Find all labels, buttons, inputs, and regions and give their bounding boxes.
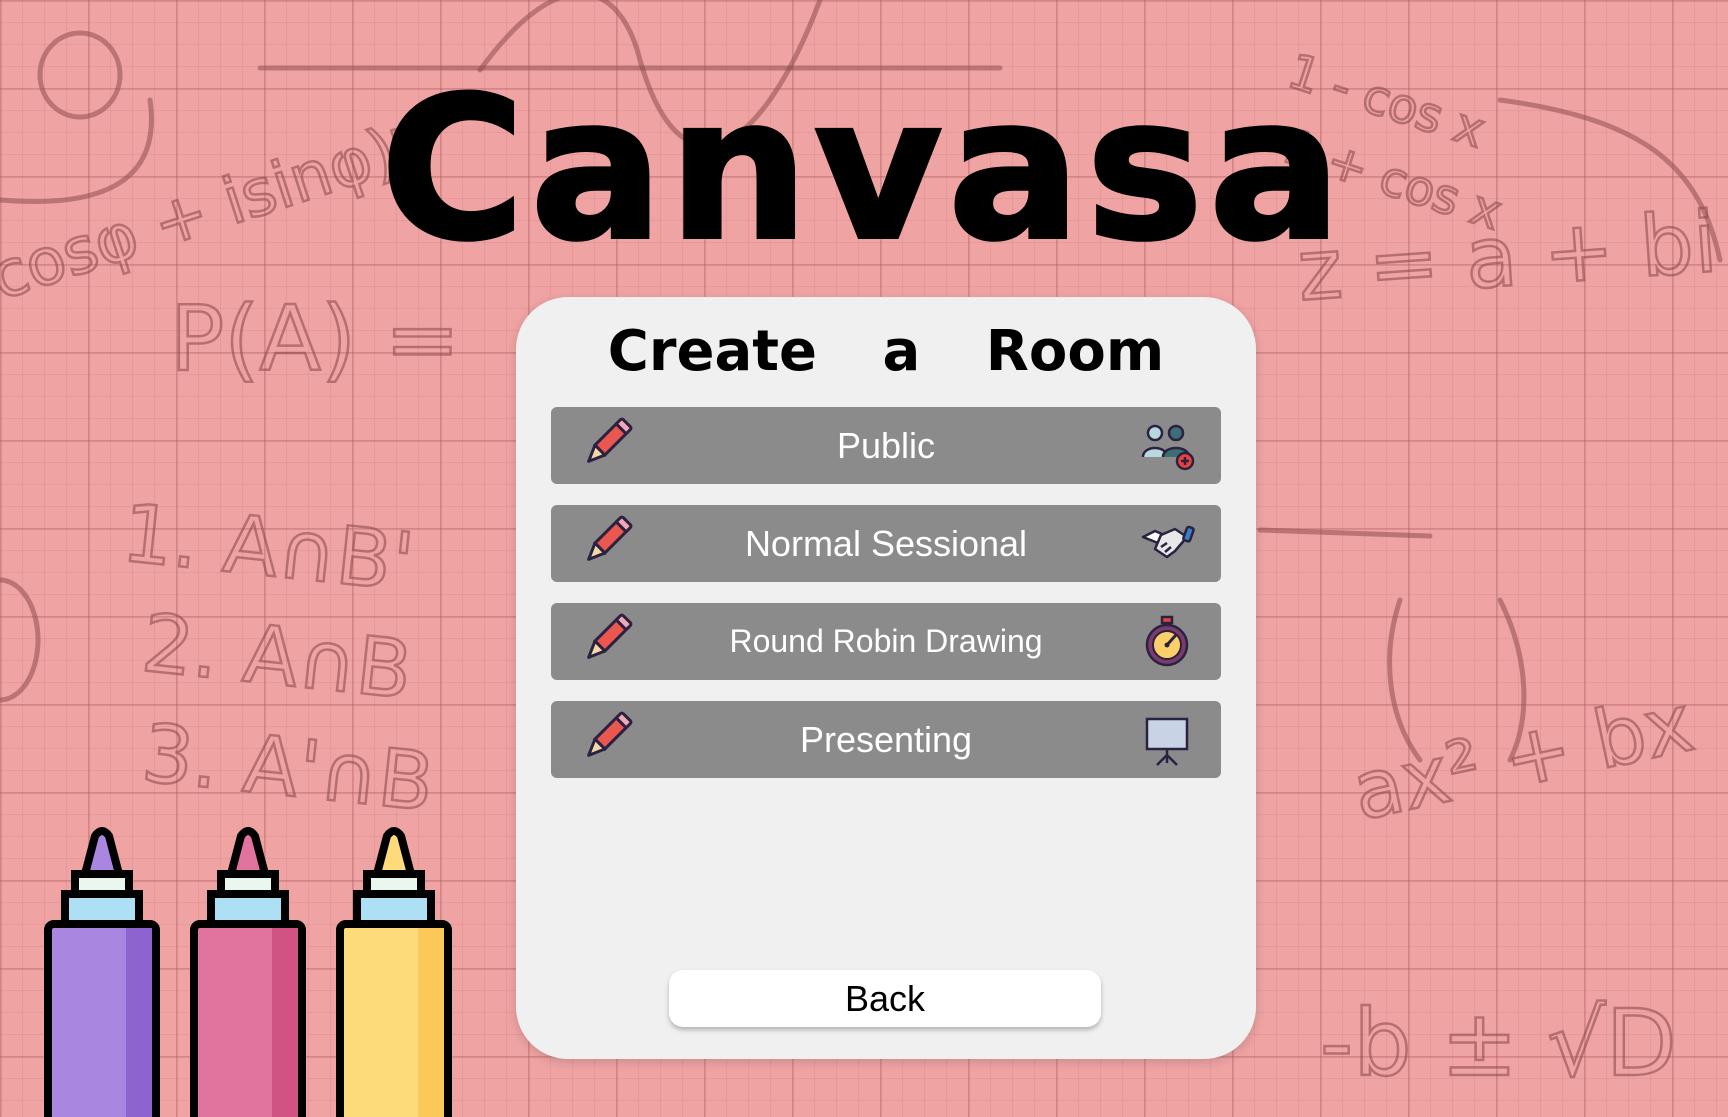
- option-label: Presenting: [799, 719, 973, 760]
- back-button[interactable]: Back: [669, 970, 1101, 1027]
- purple-marker-icon: [44, 827, 160, 1117]
- group-add-icon: [1141, 424, 1195, 471]
- public-room-button[interactable]: Public: [551, 407, 1221, 484]
- doodle-set-2: 2. A∩B: [138, 596, 416, 717]
- doodle-arrow: [1257, 527, 1433, 539]
- yellow-marker-icon: [336, 827, 452, 1117]
- markers-illustration: [44, 827, 452, 1117]
- round-robin-drawing-button[interactable]: Round Robin Drawing: [551, 603, 1221, 680]
- app-title: Canvasa: [379, 56, 1348, 284]
- doodle-set-1: 1. A∩B': [118, 486, 418, 609]
- option-label: Public: [836, 425, 936, 466]
- doodle-circle-left: [0, 577, 41, 703]
- doodle-probability: P(A) =: [170, 287, 460, 392]
- doodle-discriminant: -b ± √D: [1320, 990, 1677, 1097]
- presentation-board-icon: [1145, 717, 1189, 766]
- doodle-set-3: 3. A'∩B: [138, 706, 438, 829]
- presenting-button[interactable]: Presenting: [551, 701, 1221, 778]
- handshake-icon: [1141, 525, 1195, 559]
- create-room-panel: Create a Room Public Normal Sessional Ro…: [516, 297, 1256, 1059]
- normal-sessional-button[interactable]: Normal Sessional: [551, 505, 1221, 582]
- option-label: Round Robin Drawing: [729, 623, 1043, 659]
- panel-title: Create a Room: [607, 319, 1165, 384]
- option-label: Normal Sessional: [744, 523, 1028, 564]
- stopwatch-icon: [1145, 615, 1189, 667]
- pink-marker-icon: [190, 827, 306, 1117]
